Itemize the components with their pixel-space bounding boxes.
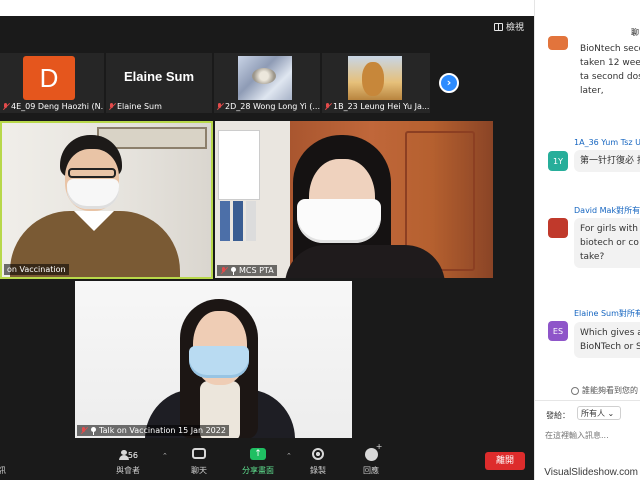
mic-muted-icon: [216, 102, 223, 111]
view-label: 檢視: [505, 23, 524, 33]
chat-label: 聊天: [191, 466, 207, 475]
chat-icon: [192, 448, 206, 459]
send-to-label: 發給：: [546, 411, 570, 420]
caret-up-icon[interactable]: ⌃: [286, 452, 292, 460]
face-mask: [189, 346, 249, 378]
video-tile-speaker[interactable]: on Vaccination: [0, 121, 213, 279]
mic-muted-icon: [220, 266, 227, 275]
avatar: 1Y: [548, 151, 568, 171]
chevron-down-icon: ⌄: [607, 409, 615, 418]
record-label: 錄製: [310, 466, 326, 475]
message-sender: 1A_36 Yum Tsz Ue: [574, 138, 640, 147]
record-icon: [312, 448, 324, 460]
avatar: ES: [548, 321, 568, 341]
watermark: VisualSlideshow.com: [544, 467, 638, 478]
participant-thumb-elaine-sum[interactable]: Elaine Sum Elaine Sum: [106, 53, 212, 113]
mic-muted-icon: [108, 102, 115, 111]
meeting-area: 檢視 D 4E_09 Deng Haozhi (N... Elaine Sum …: [0, 0, 534, 480]
message-text: For girls with which type of biotech or …: [574, 218, 640, 268]
message-text: 第一针打復必 打科兴可以吗: [574, 150, 640, 172]
pin-icon: [230, 266, 236, 275]
zoom-window: 檢視 D 4E_09 Deng Haozhi (N... Elaine Sum …: [0, 0, 640, 480]
participant-thumb-deng-haozhi[interactable]: D 4E_09 Deng Haozhi (N...: [0, 53, 104, 113]
recipient-select[interactable]: 所有人 ⌄: [577, 406, 621, 420]
reaction-icon: [364, 442, 383, 461]
chat-title: 聊: [631, 28, 639, 37]
face-mask: [297, 199, 381, 243]
participant-thumb-wong-long-yi[interactable]: 2D_28 Wong Long Yi (...: [214, 53, 320, 113]
participant-name: 2D_28 Wong Long Yi (...: [225, 102, 320, 111]
chat-button[interactable]: 聊天: [191, 448, 207, 476]
participant-thumb-leung-hei-yu[interactable]: 1B_23 Leung Hei Yu Ja...: [322, 53, 430, 113]
video-tile-mcs-pta[interactable]: MCS PTA: [215, 121, 493, 278]
reactions-label: 回應: [363, 466, 379, 475]
reactions-button[interactable]: 回應: [363, 442, 383, 476]
toolbar-fragment[interactable]: 訊: [0, 448, 6, 476]
message-sender: David Mak對所有: [574, 206, 640, 215]
mic-muted-icon: [324, 102, 331, 111]
participants-icon: [118, 450, 129, 460]
tile-name: on Vaccination: [7, 265, 66, 274]
video-tile-talk-on-vaccination[interactable]: Talk on Vaccination 15 Jan 2022: [75, 281, 352, 438]
tile-name: Talk on Vaccination 15 Jan 2022: [99, 426, 226, 435]
meeting-toolbar: 訊 56 與會者 ⌃ 聊天 ↑ 分享畫面 ⌃ 錄製 + 回應: [0, 442, 534, 480]
mic-muted-icon: [80, 426, 87, 435]
record-button[interactable]: 錄製: [310, 448, 326, 476]
next-page-arrow-icon[interactable]: ›: [439, 73, 459, 93]
participant-name: Elaine Sum: [117, 102, 162, 111]
participant-name: 4E_09 Deng Haozhi (N...: [11, 102, 104, 111]
share-label: 分享畫面: [242, 466, 274, 475]
participant-name: 1B_23 Leung Hei Yu Ja...: [333, 102, 430, 111]
tile-name: MCS PTA: [239, 266, 274, 275]
leave-button[interactable]: 離開: [485, 452, 525, 470]
participants-button[interactable]: 56 與會者: [116, 448, 140, 476]
top-strip: [0, 0, 534, 16]
participant-name-display: Elaine Sum: [123, 69, 195, 84]
message-text: Which gives a protection to BioNTech or …: [574, 322, 640, 358]
share-screen-button[interactable]: ↑ 分享畫面: [242, 448, 274, 476]
avatar-photo: [548, 218, 568, 238]
share-screen-icon: ↑: [250, 448, 266, 460]
participants-count: 56: [127, 450, 138, 460]
people-icon: [571, 386, 579, 395]
avatar: [548, 36, 568, 50]
message-text: BioNtech seco now advised taken 12 week …: [574, 38, 640, 102]
avatar: D: [23, 56, 75, 100]
chat-panel: 聊 BioNtech seco now advised taken 12 wee…: [534, 0, 640, 480]
view-button[interactable]: 檢視: [493, 20, 524, 33]
mic-muted-icon: [2, 102, 9, 111]
participants-label: 與會者: [116, 466, 140, 475]
caret-up-icon[interactable]: ⌃: [162, 452, 168, 460]
message-sender: Elaine Sum對所有: [574, 309, 640, 318]
face-mask: [67, 179, 119, 209]
pin-icon: [90, 426, 96, 435]
grid-view-icon: [493, 22, 503, 31]
chat-input[interactable]: [545, 428, 635, 442]
profile-photo: [348, 56, 402, 100]
profile-photo: [238, 56, 292, 100]
visibility-note[interactable]: 誰能夠看到您的: [571, 385, 638, 396]
